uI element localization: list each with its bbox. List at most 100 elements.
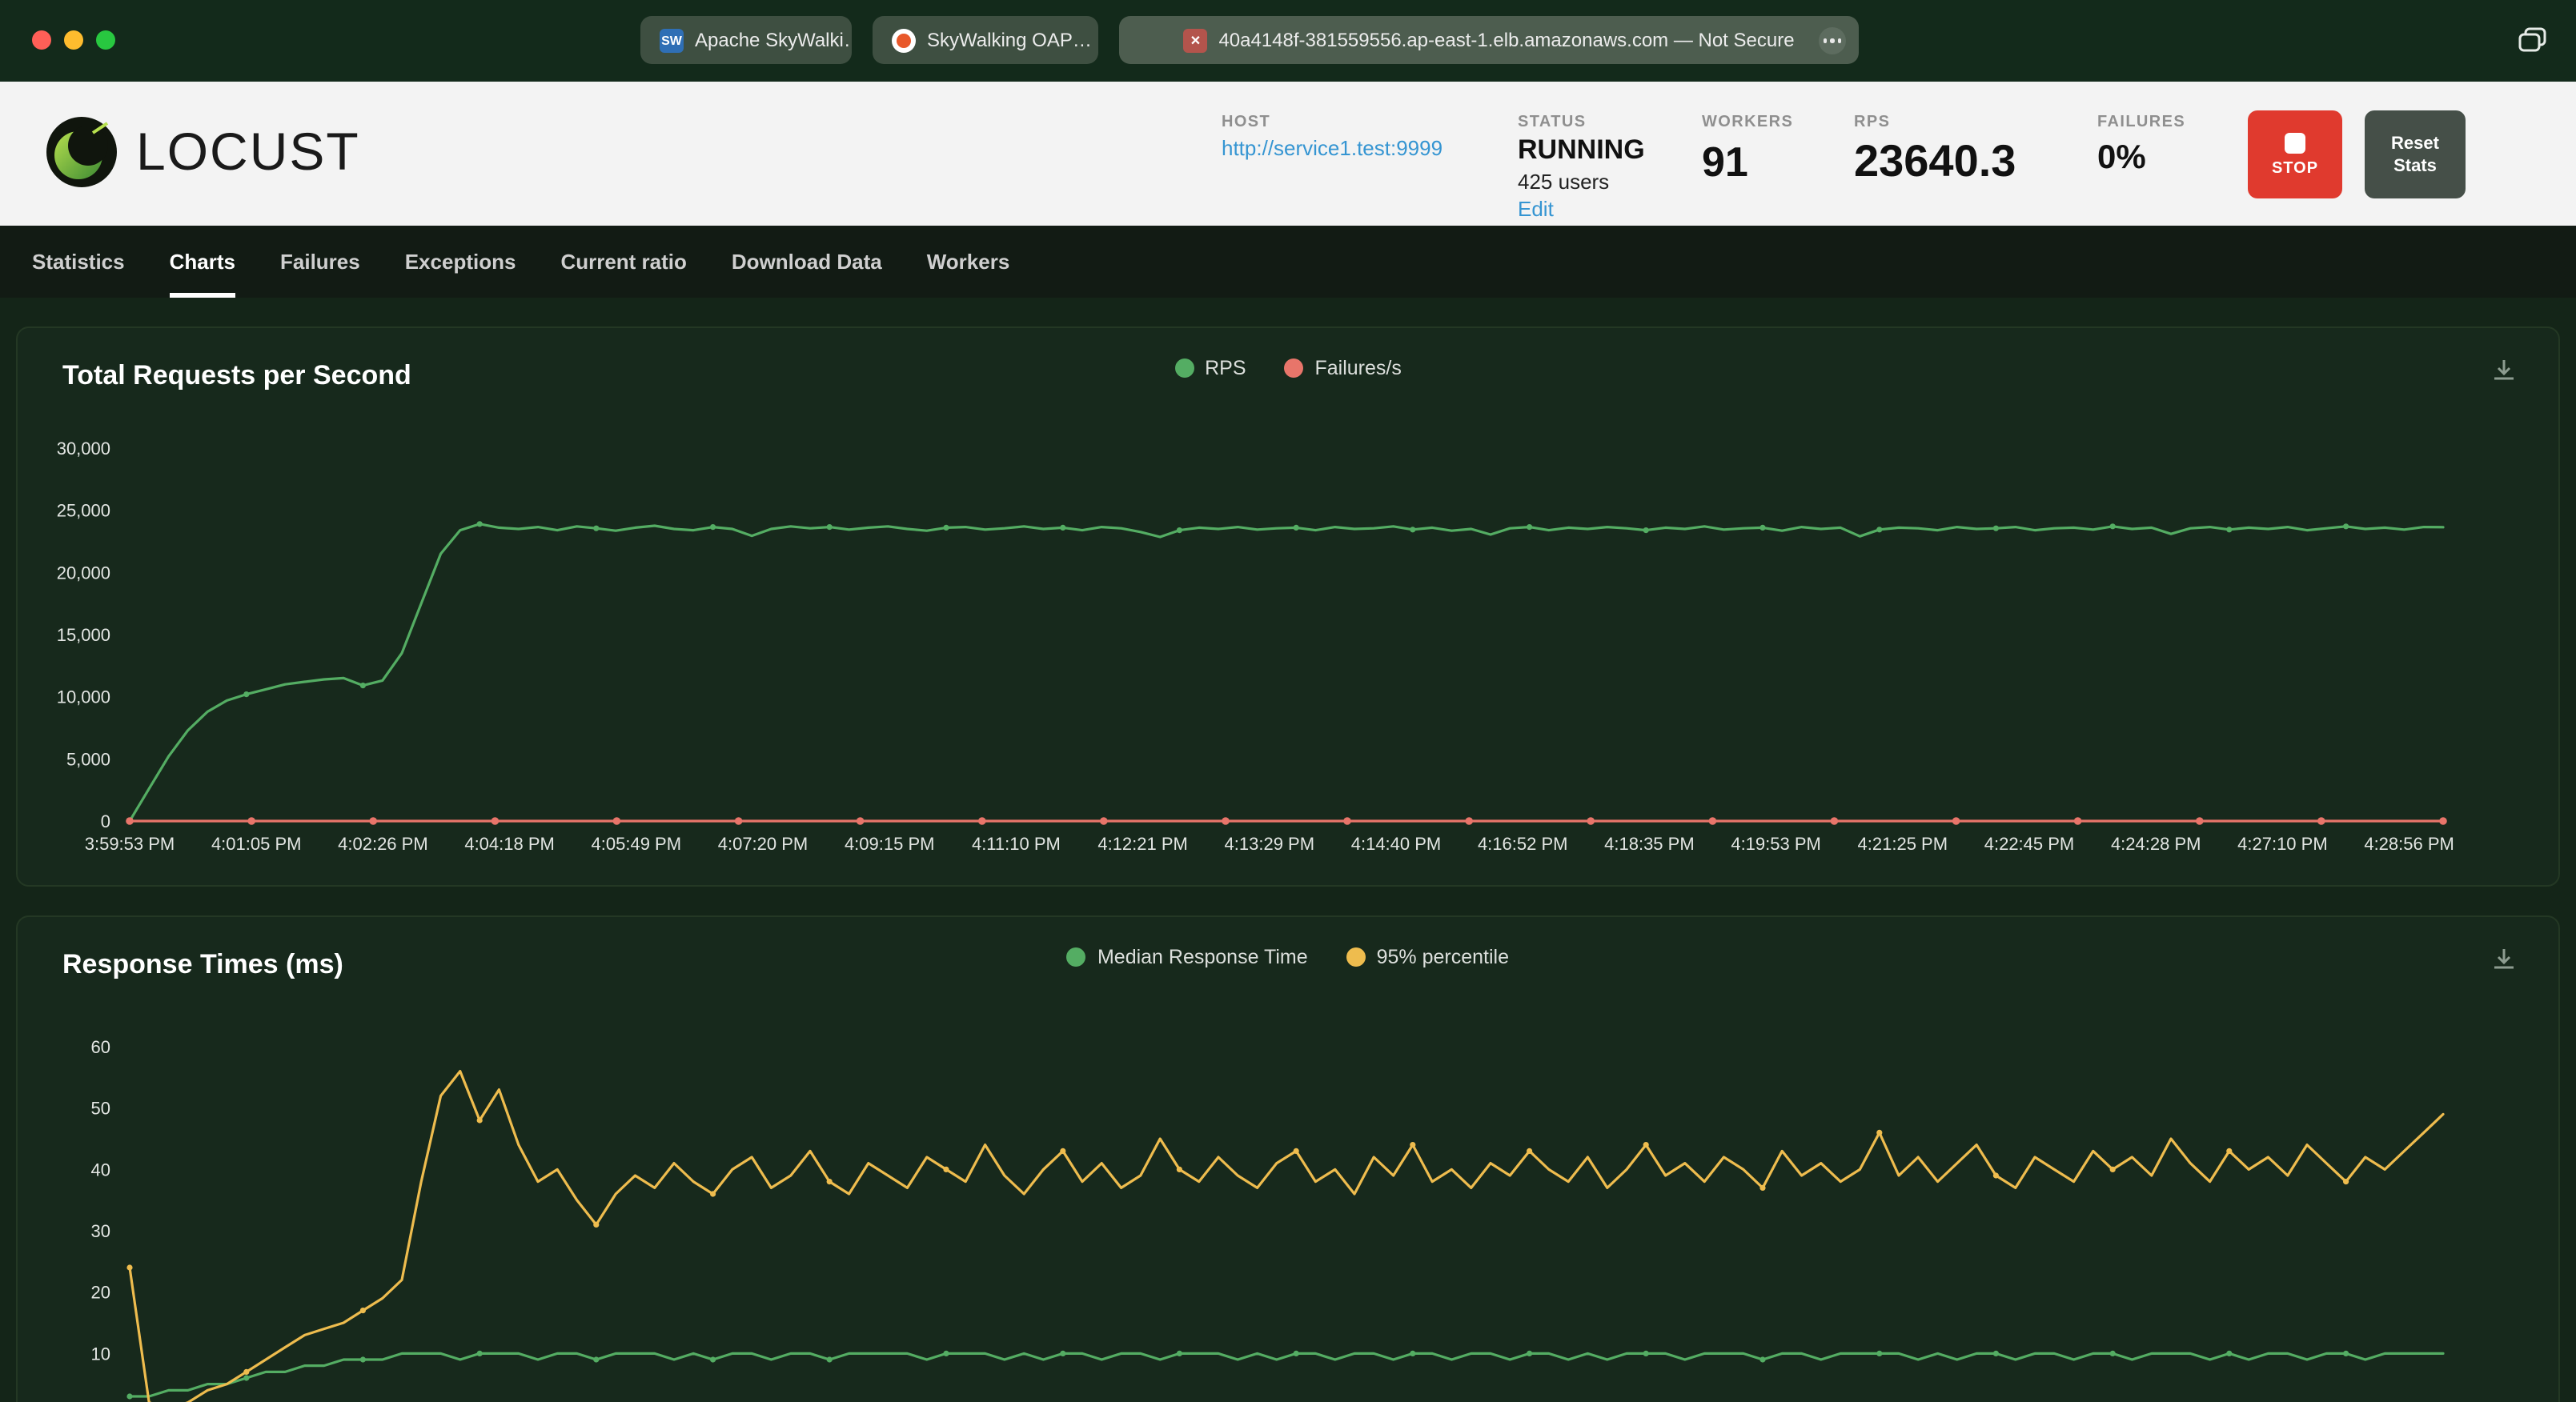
tab-overview-icon[interactable] — [2518, 27, 2547, 61]
series-marker — [1100, 817, 1108, 825]
x-tick-label: 4:27:10 PM — [2237, 834, 2328, 854]
series-marker — [1830, 817, 1839, 825]
series-marker — [826, 1356, 833, 1363]
nav-tab-workers[interactable]: Workers — [927, 226, 1010, 298]
host-url-link[interactable]: http://service1.test:9999 — [1222, 136, 1442, 160]
browser-tab-active-url[interactable]: ✕ 40a4148f-381559556.ap-east-1.elb.amazo… — [1119, 16, 1859, 64]
series-marker — [1708, 817, 1717, 825]
series-marker — [1060, 1148, 1066, 1154]
brand: LOCUST — [45, 115, 360, 189]
x-tick-label: 4:12:21 PM — [1097, 834, 1188, 854]
tab-label: SkyWalking OAP… — [927, 29, 1092, 51]
series-marker — [126, 1393, 133, 1400]
rps-label: RPS — [1854, 114, 1891, 131]
rps-block: RPS 23640.3 — [1854, 114, 2016, 187]
legend-item[interactable]: Median Response Time — [1066, 946, 1308, 968]
browser-tab-apache-skywalking[interactable]: SW Apache SkyWalki… — [640, 16, 852, 64]
y-tick-label: 40 — [91, 1160, 110, 1180]
series-marker — [1527, 524, 1533, 531]
series-marker — [943, 1350, 949, 1356]
legend-dot-icon — [1284, 359, 1304, 378]
browser-tab-skywalking-oap[interactable]: SkyWalking OAP… — [873, 16, 1098, 64]
y-tick-label: 5,000 — [66, 749, 110, 769]
status-label: STATUS — [1518, 114, 1587, 131]
rps-chart-card: Total Requests per Second RPS Failures/s … — [16, 326, 2560, 887]
y-tick-label: 30 — [91, 1221, 110, 1241]
workers-block: WORKERS 91 — [1702, 114, 1793, 187]
series-marker — [2226, 1148, 2233, 1154]
y-tick-label: 0 — [101, 811, 110, 831]
series-marker — [1643, 1350, 1649, 1356]
tab-more-icon[interactable] — [1819, 27, 1846, 54]
series-marker — [2226, 1350, 2233, 1356]
main-nav: Statistics Charts Failures Exceptions Curren… — [0, 226, 2576, 298]
series-marker — [856, 817, 865, 825]
series-marker — [710, 524, 716, 531]
y-tick-label: 20 — [91, 1283, 110, 1303]
series-marker — [1876, 527, 1883, 533]
series-marker — [1527, 1148, 1533, 1154]
y-tick-label: 50 — [91, 1099, 110, 1119]
legend-item[interactable]: RPS — [1174, 357, 1246, 379]
series-marker — [243, 691, 250, 698]
series-marker — [1992, 1350, 1999, 1356]
legend-item[interactable]: 95% percentile — [1346, 946, 1509, 968]
nav-tab-statistics[interactable]: Statistics — [32, 226, 125, 298]
series-marker — [1992, 1172, 1999, 1179]
zoom-button[interactable] — [96, 30, 115, 50]
series-marker — [1952, 817, 1960, 825]
series-marker — [710, 1191, 716, 1197]
tab-url-label: 40a4148f-381559556.ap-east-1.elb.amazona… — [1218, 29, 1795, 51]
reset-label-line1: Reset — [2391, 134, 2439, 153]
series-marker — [1527, 1350, 1533, 1356]
chart-legend: RPS Failures/s — [18, 357, 2558, 379]
download-chart-icon[interactable] — [2491, 357, 2517, 391]
x-tick-label: 4:02:26 PM — [338, 834, 428, 854]
x-tick-label: 4:09:15 PM — [845, 834, 935, 854]
edit-users-link[interactable]: Edit — [1518, 197, 1645, 221]
series-marker — [1293, 524, 1299, 531]
skywalking-favicon-icon: SW — [660, 28, 684, 52]
series-marker — [2226, 527, 2233, 533]
series-marker — [359, 1308, 366, 1314]
series-marker — [1410, 1350, 1416, 1356]
series-marker — [943, 524, 949, 531]
minimize-button[interactable] — [64, 30, 83, 50]
nav-tab-failures[interactable]: Failures — [280, 226, 360, 298]
series-line — [128, 1352, 2445, 1398]
x-tick-label: 4:11:10 PM — [972, 834, 1061, 854]
series-marker — [1759, 524, 1766, 531]
x-tick-label: 4:28:56 PM — [2364, 834, 2454, 854]
nav-tab-exceptions[interactable]: Exceptions — [405, 226, 516, 298]
x-tick-label: 4:01:05 PM — [211, 834, 302, 854]
series-marker — [710, 1356, 716, 1363]
series-marker — [734, 817, 743, 825]
legend-label: Median Response Time — [1097, 946, 1308, 968]
x-tick-label: 4:19:53 PM — [1731, 834, 1821, 854]
reset-stats-button[interactable]: Reset Stats — [2365, 110, 2466, 198]
locust-logo-icon — [46, 117, 117, 187]
series-marker — [1176, 1350, 1182, 1356]
download-chart-icon[interactable] — [2491, 946, 2517, 979]
series-marker — [1876, 1350, 1883, 1356]
stop-icon — [2285, 132, 2305, 153]
series-marker — [2317, 817, 2325, 825]
series-line — [128, 523, 2445, 823]
series-marker — [2439, 817, 2447, 825]
series-marker — [359, 683, 366, 689]
series-marker — [2343, 523, 2349, 530]
nav-tab-current-ratio[interactable]: Current ratio — [560, 226, 686, 298]
response-times-chart-card: Response Times (ms) Median Response Time… — [16, 915, 2560, 1402]
nav-tab-download-data[interactable]: Download Data — [732, 226, 882, 298]
oap-favicon-icon — [892, 28, 916, 52]
series-marker — [126, 817, 134, 825]
legend-item[interactable]: Failures/s — [1284, 357, 1402, 379]
close-button[interactable] — [32, 30, 51, 50]
x-tick-label: 4:13:29 PM — [1225, 834, 1315, 854]
stop-button-label: STOP — [2271, 159, 2319, 177]
nav-tab-charts[interactable]: Charts — [169, 226, 236, 298]
series-marker — [2109, 1350, 2116, 1356]
y-tick-label: 20,000 — [57, 563, 110, 583]
chart-legend: Median Response Time 95% percentile — [18, 946, 2558, 968]
stop-button[interactable]: STOP — [2248, 110, 2342, 198]
